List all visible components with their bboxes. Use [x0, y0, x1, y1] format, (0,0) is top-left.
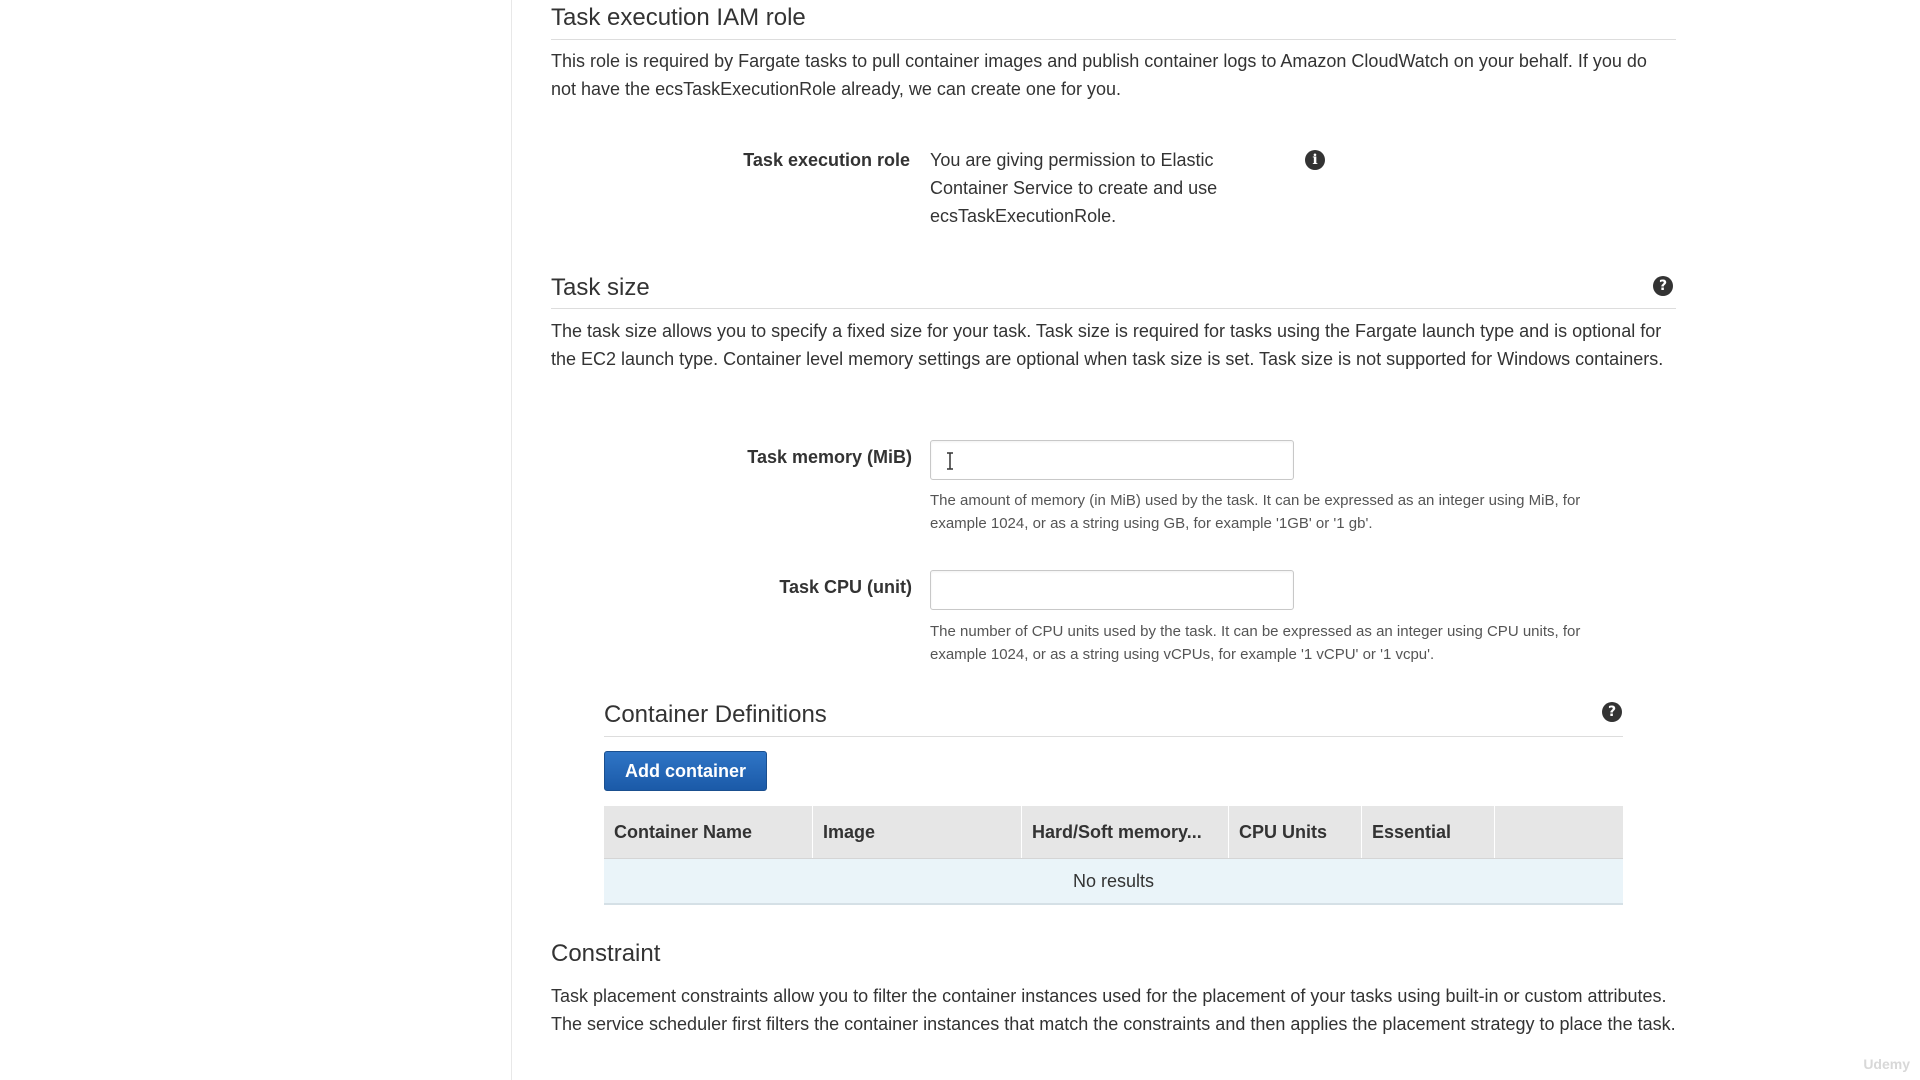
page: Task execution IAM role This role is req…: [0, 0, 1920, 1080]
task-cpu-help: The number of CPU units used by the task…: [930, 623, 1581, 663]
container-definitions-heading: Container Definitions: [604, 701, 827, 728]
task-memory-label: Task memory (MiB): [747, 447, 912, 467]
task-memory-help: The amount of memory (in MiB) used by th…: [930, 492, 1581, 532]
column-header-image[interactable]: Image: [812, 806, 1022, 859]
text-cursor-icon: [947, 452, 953, 470]
info-icon[interactable]: i: [1305, 150, 1325, 170]
left-sidebar-blank: [0, 0, 512, 1080]
constraint-heading: Constraint: [551, 940, 661, 967]
container-definitions-table: Container Name Image Hard/Soft memory...…: [604, 806, 1623, 905]
column-header-essential[interactable]: Essential: [1361, 806, 1495, 859]
add-container-button[interactable]: Add container: [604, 751, 768, 791]
udemy-watermark: Udemy: [1863, 1056, 1910, 1072]
task-size-description: The task size allows you to specify a fi…: [551, 321, 1664, 369]
constraint-description: Task placement constraints allow you to …: [551, 986, 1676, 1034]
section-divider: [604, 736, 1623, 737]
section-divider: [551, 308, 1676, 309]
section-divider: [551, 39, 1676, 40]
task-cpu-input[interactable]: [930, 570, 1294, 610]
help-icon[interactable]: ?: [1602, 702, 1622, 722]
task-cpu-label: Task CPU (unit): [779, 577, 912, 597]
column-header-cpu-units[interactable]: CPU Units: [1228, 806, 1362, 859]
table-header-row: Container Name Image Hard/Soft memory...…: [604, 806, 1623, 859]
task-memory-input[interactable]: [930, 440, 1294, 480]
column-header-actions: [1494, 806, 1623, 859]
task-size-heading: Task size: [551, 274, 650, 301]
table-row: No results: [604, 858, 1623, 905]
help-icon[interactable]: ?: [1653, 276, 1673, 296]
column-header-memory[interactable]: Hard/Soft memory...: [1021, 806, 1229, 859]
task-execution-role-label: Task execution role: [743, 150, 910, 170]
iam-role-heading: Task execution IAM role: [551, 4, 806, 31]
no-results-text: No results: [604, 858, 1623, 905]
iam-role-description: This role is required by Fargate tasks t…: [551, 51, 1647, 99]
column-header-container-name[interactable]: Container Name: [604, 806, 813, 859]
task-execution-role-text: You are giving permission to Elastic Con…: [930, 150, 1218, 226]
